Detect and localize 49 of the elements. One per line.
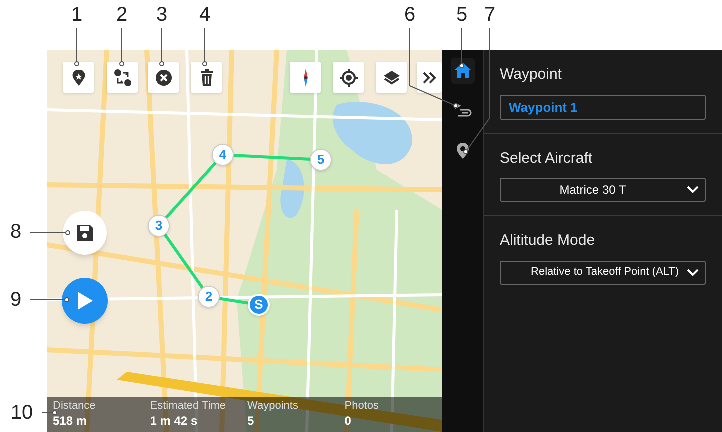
field-label: Alititude Mode [500, 231, 596, 251]
stat-label: Distance [53, 400, 97, 414]
leader-line [27, 297, 70, 303]
stat-value: 5 [248, 414, 256, 429]
leader-line [202, 25, 208, 67]
add-pin-button[interactable] [63, 62, 94, 93]
chevron-down-icon [687, 268, 699, 276]
layers-icon [382, 68, 400, 86]
callout-number: 3 [156, 5, 168, 25]
clear-button[interactable] [148, 62, 179, 93]
compass-icon [302, 68, 308, 88]
callout-number: 1 [71, 5, 83, 25]
locate-button[interactable] [333, 62, 364, 93]
field-label: Waypoint [500, 65, 563, 85]
reverse-route-button[interactable] [107, 62, 138, 93]
callout-number: 7 [484, 5, 496, 25]
callout-number: 2 [116, 5, 128, 25]
swap-route-icon [114, 68, 132, 86]
stat-value: 0 [344, 414, 352, 429]
name-input[interactable]: Waypoint 1 [500, 94, 706, 120]
callout-number: 4 [199, 5, 211, 25]
callout-number: 6 [404, 5, 416, 25]
callout-number: 5 [456, 5, 468, 25]
close-icon [154, 68, 172, 86]
field-label: Select Aircraft [500, 148, 594, 168]
leader-line [74, 25, 80, 67]
callout-number: 8 [10, 222, 22, 242]
chevron-down-icon [687, 186, 699, 194]
delete-button[interactable] [191, 62, 222, 93]
stat-label: Photos [344, 400, 380, 414]
callout-number: 10 [10, 403, 34, 423]
leader-line [27, 230, 71, 236]
stat-label: Waypoints [248, 400, 300, 414]
stat-value: 1 m 42 s [150, 414, 199, 429]
layers-button[interactable] [376, 62, 407, 93]
play-icon [76, 291, 94, 311]
callout-number: 9 [10, 290, 22, 310]
stat-label: Estimated Time [150, 400, 228, 414]
expand-button[interactable] [417, 62, 442, 93]
stat-value: 518 m [53, 414, 88, 429]
compass-button[interactable] [290, 62, 321, 93]
dropdown[interactable]: Matrice 30 T [500, 178, 706, 202]
route-icon [454, 102, 472, 120]
target-icon [340, 68, 358, 86]
leader-line [119, 25, 125, 67]
dropdown[interactable]: Relative to Takeoff Point (ALT) [500, 260, 706, 284]
leader-line [159, 25, 165, 67]
leader-line [39, 410, 58, 416]
home-tab[interactable] [450, 58, 474, 84]
